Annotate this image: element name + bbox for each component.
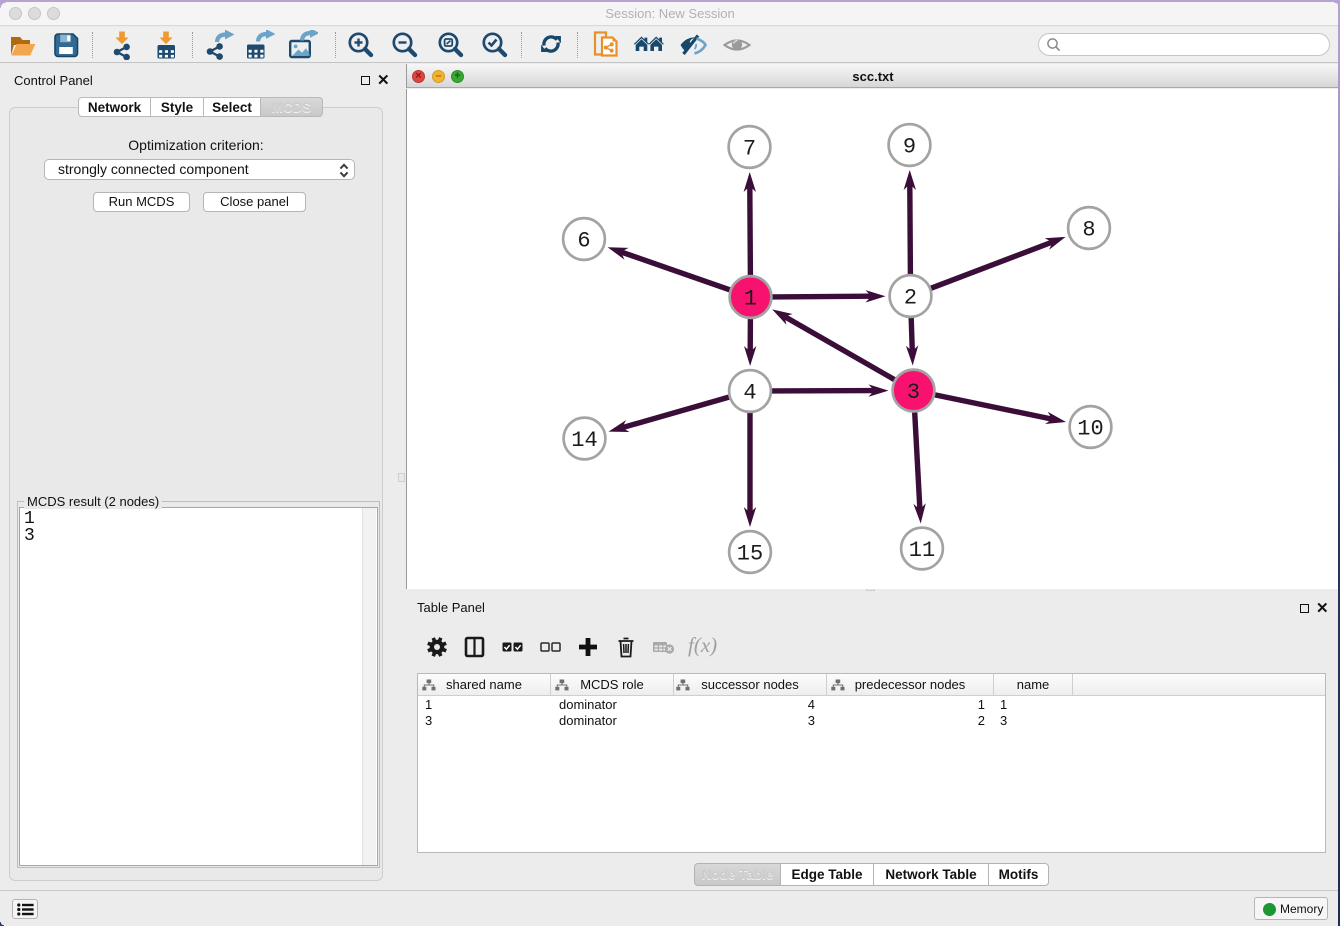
svg-text:2: 2 [904,285,917,310]
svg-text:4: 4 [743,380,756,405]
svg-text:1: 1 [744,286,757,311]
svg-text:8: 8 [1082,217,1095,242]
svg-text:3: 3 [907,380,920,405]
svg-text:14: 14 [571,428,597,453]
svg-text:7: 7 [743,136,756,161]
svg-text:10: 10 [1077,416,1103,441]
svg-text:15: 15 [737,541,763,566]
svg-text:11: 11 [909,538,935,563]
svg-text:6: 6 [577,228,590,253]
svg-text:9: 9 [903,134,916,159]
